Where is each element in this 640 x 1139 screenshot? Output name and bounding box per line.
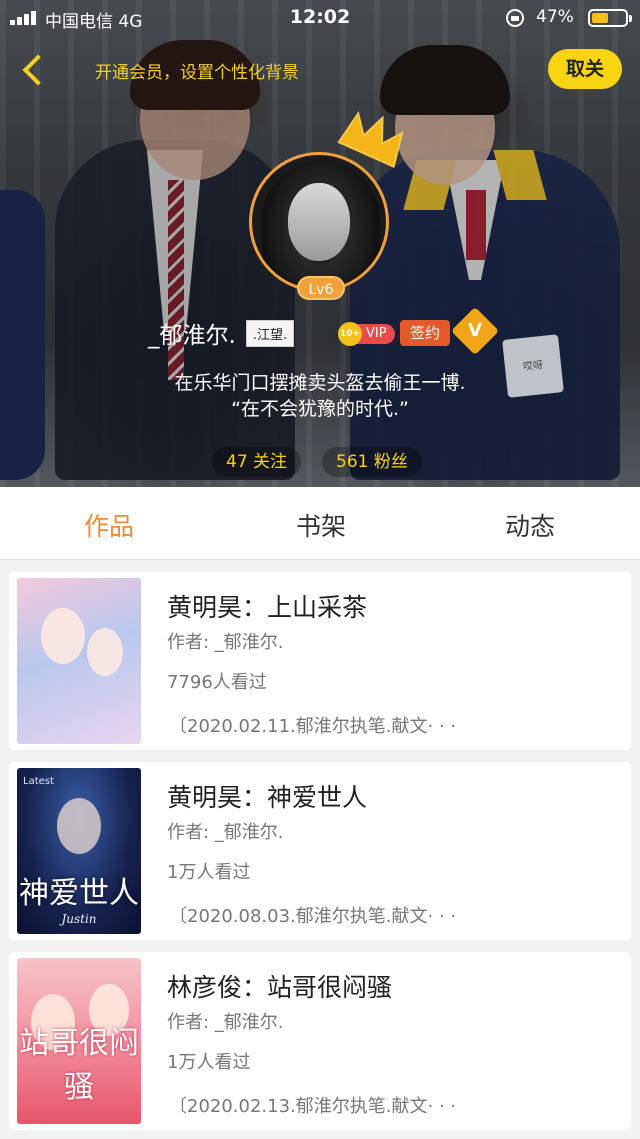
- cover-caption: 神爱世人: [19, 876, 139, 911]
- work-item[interactable]: 黄明昊：上山采茶 作者: _郁淮尔. 7796人看过 〔2020.02.11.郁…: [9, 572, 631, 750]
- tab-works[interactable]: 作品: [84, 507, 134, 543]
- work-description: 〔2020.02.11.郁淮尔执笔.献文· · ·: [169, 716, 457, 737]
- signed-author-badge[interactable]: 签约: [400, 320, 450, 346]
- work-author: 作者: _郁淮尔.: [167, 632, 284, 653]
- tab-bookshelf[interactable]: 书架: [296, 507, 346, 543]
- work-views: 1万人看过: [167, 862, 251, 883]
- avatar[interactable]: [249, 152, 389, 292]
- book-cover[interactable]: [17, 578, 141, 744]
- work-item[interactable]: Latest 神爱世人 Justin 黄明昊：神爱世人 作者: _郁淮尔. 1万…: [9, 762, 631, 940]
- vip-badge[interactable]: 10+ VIP: [338, 322, 395, 346]
- cover-figure: [41, 608, 85, 664]
- level-badge: Lv6: [297, 276, 345, 300]
- avatar-face: [288, 183, 350, 261]
- cover-figure: [87, 628, 123, 676]
- work-author: 作者: _郁淮尔.: [167, 822, 284, 843]
- battery-icon: [588, 9, 632, 27]
- work-views: 7796人看过: [167, 672, 267, 693]
- work-description: 〔2020.08.03.郁淮尔执笔.献文· · ·: [169, 906, 457, 927]
- following-count[interactable]: 47 关注: [212, 447, 302, 477]
- bio-line-2: “在不会犹豫的时代.”: [231, 398, 409, 420]
- book-cover[interactable]: 站哥很闷骚: [17, 958, 141, 1124]
- cover-figure: [57, 798, 101, 854]
- bio-line-1: 在乐华门口摆摊卖头盔去偷王一博.: [174, 372, 466, 394]
- vip-background-tip[interactable]: 开通会员，设置个性化背景: [95, 58, 299, 83]
- vip-gem-icon: 10+: [338, 322, 362, 346]
- name-row: _郁淮尔. .江望.: [148, 316, 295, 350]
- tab-activity[interactable]: 动态: [505, 507, 555, 543]
- back-button[interactable]: [14, 50, 54, 90]
- work-views: 1万人看过: [167, 1052, 251, 1073]
- book-cover[interactable]: Latest 神爱世人 Justin: [17, 768, 141, 934]
- fans-count[interactable]: 561 粉丝: [322, 447, 422, 477]
- unfollow-button[interactable]: 取关: [548, 49, 622, 89]
- profile-tabs: 作品 书架 动态: [0, 487, 640, 560]
- work-description: 〔2020.02.13.郁淮尔执笔.献文· · ·: [169, 1096, 457, 1117]
- rotation-lock-icon: [506, 9, 524, 27]
- work-title: 黄明昊：神爱世人: [167, 783, 368, 812]
- work-title: 林彦俊：站哥很闷骚: [167, 973, 393, 1002]
- verified-v-label: V: [468, 320, 482, 341]
- work-item[interactable]: 站哥很闷骚 林彦俊：站哥很闷骚 作者: _郁淮尔. 1万人看过 〔2020.02…: [9, 952, 631, 1130]
- username: _郁淮尔.: [148, 323, 236, 349]
- cover-caption: 站哥很闷骚: [19, 1026, 139, 1105]
- name-tag: .江望.: [245, 319, 295, 347]
- verified-v-icon[interactable]: V: [450, 306, 500, 356]
- battery-percent: 47%: [536, 7, 574, 27]
- work-author: 作者: _郁淮尔.: [167, 1012, 284, 1033]
- cover-tag: Latest: [23, 776, 54, 787]
- status-bar: 中国电信 4G 12:02 47%: [0, 0, 640, 36]
- work-title: 黄明昊：上山采茶: [167, 593, 368, 622]
- cover-subcaption: Justin: [61, 912, 97, 926]
- follow-stats: 47 关注 561 粉丝: [0, 447, 640, 477]
